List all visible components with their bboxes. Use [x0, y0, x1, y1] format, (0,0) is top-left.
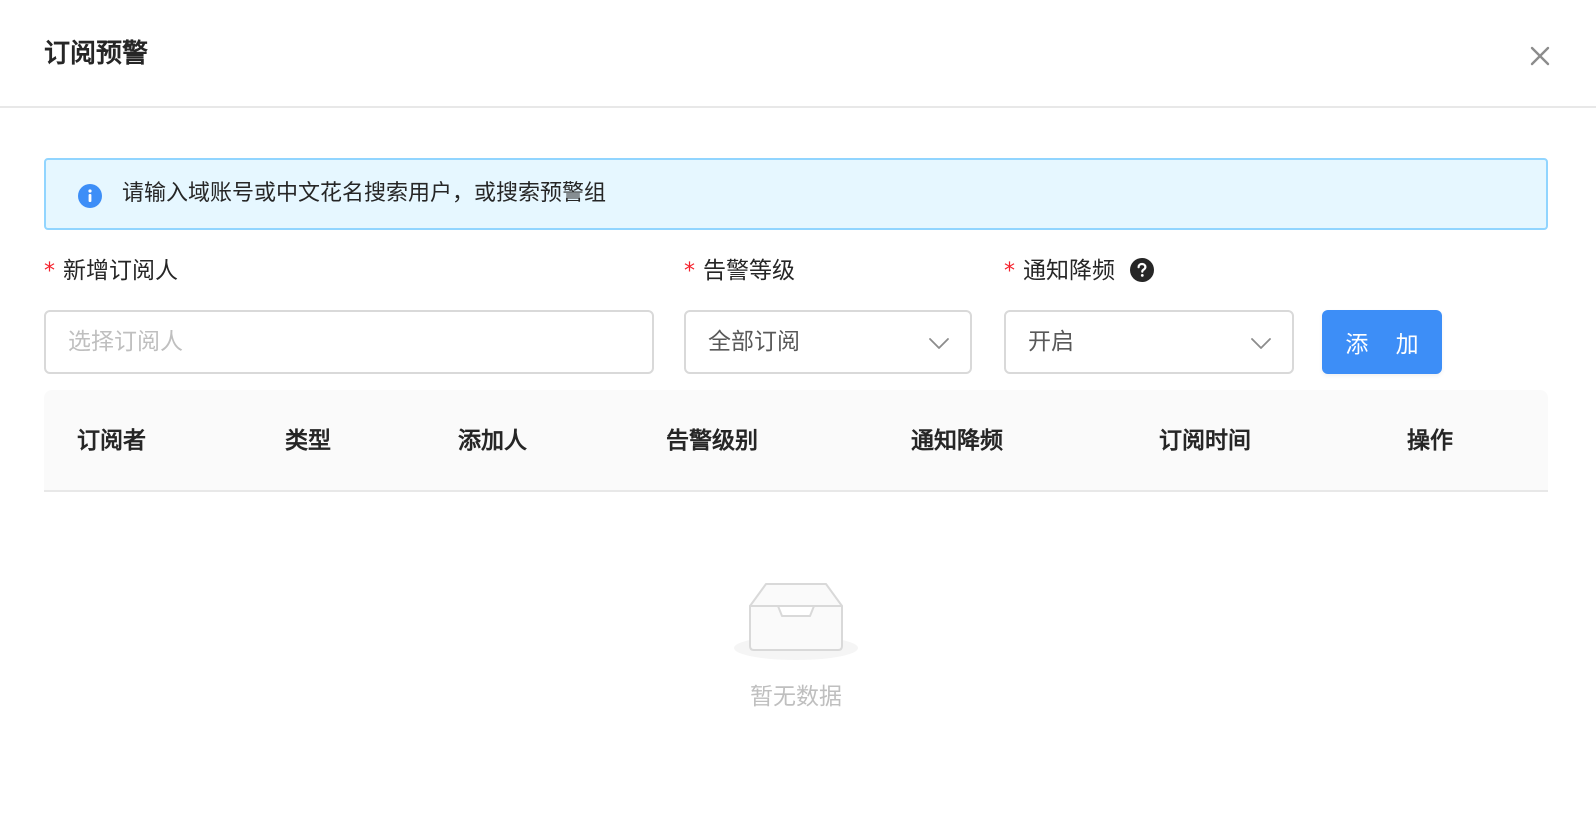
info-circle-icon	[78, 184, 102, 208]
empty-text: 暂无数据	[750, 684, 842, 710]
notify-throttle-value: 开启	[1028, 329, 1074, 355]
subscriber-label: * 新增订阅人	[44, 254, 178, 289]
column-header-subscriber: 订阅者	[77, 428, 146, 454]
column-header-notify-throttle: 通知降频	[911, 428, 1003, 454]
column-header-added-by: 添加人	[458, 428, 527, 454]
alert-text: 请输入域账号或中文花名搜索用户，或搜索预警组	[122, 181, 607, 206]
required-mark: *	[44, 259, 55, 284]
alert-level-value: 全部订阅	[708, 329, 800, 355]
question-circle-icon[interactable]	[1130, 257, 1155, 282]
subscriber-input[interactable]	[46, 312, 652, 372]
column-header-type: 类型	[285, 428, 331, 454]
empty-state: 暂无数据	[44, 580, 1548, 740]
close-icon	[1530, 46, 1550, 66]
alert-level-label: * 告警等级	[684, 254, 795, 289]
required-mark: *	[1004, 259, 1015, 284]
notify-throttle-label: * 通知降频	[1004, 254, 1155, 289]
subscriber-label-text: 新增订阅人	[63, 258, 178, 284]
alert-level-label-text: 告警等级	[703, 258, 795, 284]
subscriber-select[interactable]	[44, 310, 654, 374]
notify-throttle-label-text: 通知降频	[1023, 258, 1115, 284]
subscribe-alert-modal: 订阅预警 请输入域账号或中文花名搜索用户，或搜索预警组 * 新增订阅人 * 告警等级…	[0, 0, 1596, 822]
subscription-table: 订阅者 类型 添加人 告警级别 通知降频 订阅时间 操作 暂无数据	[44, 390, 1548, 822]
column-header-alert-level: 告警级别	[666, 428, 758, 454]
column-header-subscribe-time: 订阅时间	[1159, 428, 1251, 454]
notify-throttle-select[interactable]: 开启	[1004, 310, 1294, 374]
info-alert: 请输入域账号或中文花名搜索用户，或搜索预警组	[44, 158, 1548, 230]
close-button[interactable]	[1524, 40, 1556, 72]
chevron-down-icon	[929, 338, 949, 349]
required-mark: *	[684, 259, 695, 284]
chevron-down-icon	[1251, 338, 1271, 349]
alert-level-select[interactable]: 全部订阅	[684, 310, 972, 374]
modal-title: 订阅预警	[44, 39, 149, 69]
column-header-actions: 操作	[1407, 428, 1453, 454]
modal-header: 订阅预警	[0, 0, 1596, 108]
empty-inbox-icon	[734, 583, 858, 660]
add-button[interactable]: 添 加	[1322, 310, 1442, 374]
table-header: 订阅者 类型 添加人 告警级别 通知降频 订阅时间 操作	[44, 390, 1548, 492]
